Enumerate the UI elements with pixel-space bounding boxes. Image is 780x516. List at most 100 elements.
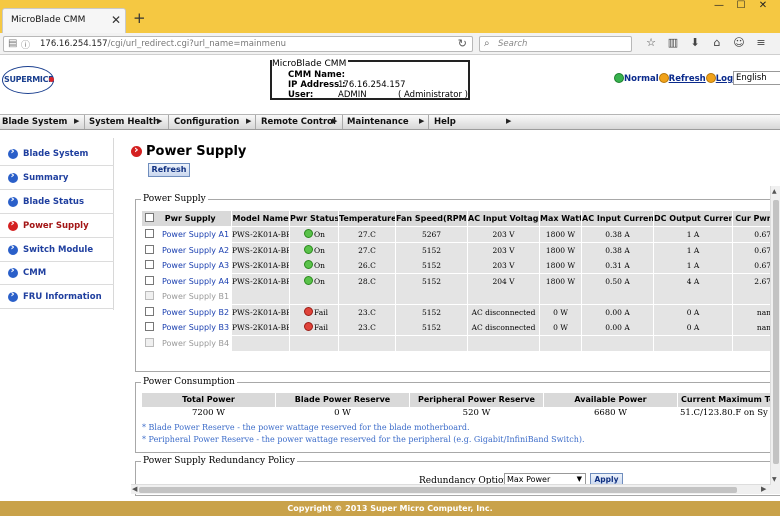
info-icon[interactable]: ⓘ	[21, 38, 30, 51]
page-title: Power Supply	[146, 144, 247, 159]
user-label: User:	[288, 90, 314, 100]
vertical-scroll-thumb[interactable]	[773, 200, 779, 464]
row-aci-cell: 0.31 A	[582, 258, 653, 273]
scroll-up-icon[interactable]: ▲	[772, 188, 777, 195]
sidebar-item-blade-system[interactable]: Blade System	[0, 143, 114, 166]
library-icon[interactable]: ▥	[662, 36, 684, 49]
menu-arrow-icon: ▶	[157, 117, 163, 125]
sidebar-item-summary[interactable]: Summary	[0, 167, 114, 190]
row-name-cell: Power Supply A1	[142, 227, 231, 242]
new-tab-icon[interactable]: +	[133, 9, 146, 27]
maximize-icon[interactable]: ☐	[730, 0, 752, 11]
row-status-cell	[290, 335, 338, 351]
row-maxw-cell: 1800 W	[540, 242, 581, 258]
power-supply-name-link[interactable]: Power Supply A4	[162, 277, 229, 286]
menu-maintenance[interactable]: Maintenance ▶	[347, 117, 424, 127]
refresh-icon[interactable]	[658, 73, 669, 83]
power-supply-name-link[interactable]: Power Supply A1	[162, 230, 229, 239]
horizontal-scrollbar[interactable]: ◀ ▶	[131, 484, 771, 494]
status-fail-icon	[304, 306, 313, 316]
sidebar-item-power-supply[interactable]: Power Supply	[0, 215, 114, 238]
ip-value: 176.16.254.157	[338, 80, 406, 90]
row-status-cell	[290, 289, 338, 304]
header-cell-max-watt: Max Watt	[540, 211, 581, 226]
row-status-cell: Fail	[290, 304, 338, 320]
minimize-icon[interactable]: —	[708, 0, 730, 11]
row-temp-cell	[339, 335, 395, 351]
logout-icon[interactable]	[705, 73, 716, 83]
row-cur-cell	[733, 289, 773, 304]
row-checkbox[interactable]	[145, 322, 154, 331]
row-cur-cell: 0.67	[733, 242, 773, 258]
chat-icon[interactable]: ☺	[728, 36, 750, 49]
row-temp-cell: 23.C	[339, 320, 395, 335]
close-tab-icon[interactable]: ✕	[111, 13, 121, 27]
row-dci-cell: 1 A	[654, 242, 732, 258]
language-select[interactable]: English	[733, 71, 780, 85]
row-aci-cell: 0.38 A	[582, 227, 653, 242]
row-checkbox[interactable]	[145, 244, 154, 254]
row-cur-cell	[733, 335, 773, 351]
menu-arrow-icon: ▶	[74, 117, 80, 125]
scroll-right-icon[interactable]: ▶	[761, 485, 766, 493]
row-model-cell: PWS-2K01A-BR	[232, 258, 289, 273]
menu-icon[interactable]: ≡	[750, 36, 772, 49]
address-bar[interactable]: ▤ ⓘ 176.16.254.157/cgi/url_redirect.cgi?…	[3, 36, 473, 52]
browser-tab[interactable]: MicroBlade CMM ✕	[2, 8, 126, 33]
main-menu-bar: Blade System ▶ System Health ▶ Configurati…	[0, 114, 780, 130]
row-name-cell: Power Supply A4	[142, 273, 231, 289]
row-name-cell: Power Supply B4	[142, 335, 231, 351]
row-dci-cell: 4 A	[654, 273, 732, 289]
row-name-cell: Power Supply A3	[142, 258, 231, 273]
status-fail-icon	[304, 322, 313, 331]
row-dci-cell: 1 A	[654, 227, 732, 242]
download-icon[interactable]: ⬇	[684, 36, 706, 49]
power-supply-name-link[interactable]: Power Supply A2	[162, 246, 229, 255]
row-checkbox[interactable]	[145, 306, 154, 316]
power-supply-name-link: Power Supply B4	[162, 338, 230, 348]
menu-system-health[interactable]: System Health ▶	[89, 117, 163, 127]
row-checkbox[interactable]	[145, 275, 154, 285]
cmm-name-label: CMM Name:	[288, 70, 345, 80]
bookmark-star-icon[interactable]: ☆	[640, 36, 662, 49]
sidebar-item-blade-status[interactable]: Blade Status	[0, 191, 114, 214]
search-icon: ⌕	[484, 38, 490, 49]
menu-blade-system[interactable]: Blade System ▶	[2, 117, 79, 127]
power-supply-name-link[interactable]: Power Supply A3	[162, 261, 229, 270]
row-model-cell: PWS-2K01A-BR	[232, 227, 289, 242]
row-checkbox	[145, 337, 154, 347]
reload-icon[interactable]: ↻	[458, 37, 467, 50]
menu-help[interactable]: Help ▶	[434, 117, 511, 127]
sidebar-item-switch-module[interactable]: Switch Module	[0, 239, 114, 262]
scroll-down-icon[interactable]: ▼	[772, 476, 777, 483]
power-supply-name-link[interactable]: Power Supply B3	[162, 323, 229, 332]
row-checkbox[interactable]	[145, 229, 154, 238]
menu-remote-control[interactable]: Remote Control ▶	[261, 117, 337, 127]
row-fan-cell: 5152	[396, 242, 467, 258]
pc-peripheral-reserve-value: 520 W	[462, 408, 491, 418]
row-name-cell: Power Supply A2	[142, 242, 231, 258]
row-aci-cell: 0.00 A	[582, 320, 653, 335]
sidebar-item-fru-information[interactable]: FRU Information	[0, 286, 114, 309]
user-value: ADMIN	[338, 90, 367, 100]
refresh-button[interactable]: Refresh	[148, 163, 190, 177]
power-supply-name-link[interactable]: Power Supply B2	[162, 308, 229, 317]
row-fan-cell: 5152	[396, 304, 467, 320]
arrow-bullet-icon	[8, 218, 18, 231]
vertical-scrollbar[interactable]: ▲ ▼	[770, 186, 780, 494]
row-dci-cell: 0 A	[654, 304, 732, 320]
home-icon[interactable]: ⌂	[706, 36, 728, 49]
row-temp-cell: 27.C	[339, 227, 395, 242]
search-box[interactable]: ⌕ Search	[479, 36, 632, 52]
refresh-link[interactable]: Refresh	[669, 74, 706, 84]
scroll-left-icon[interactable]: ◀	[132, 485, 137, 493]
horizontal-scroll-thumb[interactable]	[139, 487, 737, 493]
select-all-checkbox[interactable]	[145, 213, 154, 222]
redundancy-selected-value: Max Power	[507, 475, 551, 484]
row-dci-cell: 1 A	[654, 258, 732, 273]
close-window-icon[interactable]: ✕	[752, 0, 774, 11]
menu-configuration[interactable]: Configuration ▶	[174, 117, 251, 127]
row-name-cell: Power Supply B2	[142, 304, 231, 320]
sidebar-item-cmm[interactable]: CMM	[0, 262, 114, 285]
row-checkbox[interactable]	[145, 260, 154, 269]
